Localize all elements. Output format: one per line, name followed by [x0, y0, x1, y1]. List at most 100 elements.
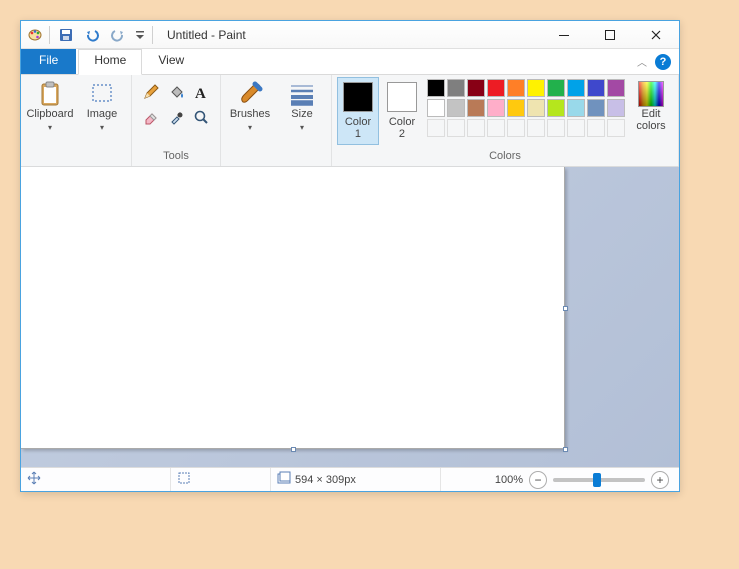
status-bar: 594 × 309px 100% − + — [21, 467, 679, 491]
help-button[interactable]: ? — [655, 54, 671, 70]
paint-window: Untitled - Paint File Home View ︿ ? Clip… — [20, 20, 680, 492]
zoom-slider[interactable] — [553, 478, 645, 482]
fill-tool[interactable] — [165, 81, 187, 103]
text-tool[interactable]: A — [190, 81, 212, 103]
collapse-ribbon-button[interactable]: ︿ — [637, 54, 647, 69]
image-label: Image — [87, 108, 118, 120]
color-swatch[interactable] — [547, 99, 565, 117]
ribbon-tabs: File Home View ︿ ? — [21, 49, 679, 75]
chevron-down-icon: ▾ — [100, 123, 104, 132]
color-swatch[interactable] — [507, 99, 525, 117]
size-button[interactable]: Size ▾ — [277, 77, 327, 137]
color1-swatch — [343, 82, 373, 112]
select-icon — [91, 82, 113, 106]
color-palette — [425, 77, 627, 139]
image-dimensions: 594 × 309px — [295, 474, 356, 486]
paint-app-icon — [27, 27, 43, 43]
tools-group-label: Tools — [163, 148, 189, 166]
color-swatch[interactable] — [487, 79, 505, 97]
tab-home[interactable]: Home — [78, 49, 142, 75]
custom-color-slot[interactable] — [567, 119, 585, 137]
custom-color-slot[interactable] — [487, 119, 505, 137]
custom-color-slot[interactable] — [527, 119, 545, 137]
color-swatch[interactable] — [447, 99, 465, 117]
magnifier-tool[interactable] — [190, 106, 212, 128]
maximize-button[interactable] — [587, 21, 633, 49]
pencil-tool[interactable] — [140, 81, 162, 103]
brush-icon — [237, 82, 263, 106]
brushes-label: Brushes — [230, 108, 270, 120]
quick-access-toolbar — [21, 25, 159, 45]
selection-size-icon — [177, 471, 191, 488]
color1-button[interactable]: Color 1 — [337, 77, 379, 145]
brushes-button[interactable]: Brushes ▾ — [225, 77, 275, 137]
image-button[interactable]: Image ▾ — [77, 77, 127, 137]
save-button[interactable] — [56, 25, 76, 45]
picker-tool[interactable] — [165, 106, 187, 128]
zoom-out-button[interactable]: − — [529, 471, 547, 489]
tab-file[interactable]: File — [21, 49, 76, 74]
color1-label: Color 1 — [345, 116, 371, 140]
custom-color-slot[interactable] — [467, 119, 485, 137]
color2-swatch — [387, 82, 417, 112]
edit-colors-label: Edit colors — [636, 108, 665, 132]
zoom-level: 100% — [495, 474, 523, 486]
color-swatch[interactable] — [607, 99, 625, 117]
canvas-area[interactable] — [21, 167, 679, 467]
custom-color-slot[interactable] — [547, 119, 565, 137]
resize-handle-right[interactable] — [563, 306, 568, 311]
color-swatch[interactable] — [427, 99, 445, 117]
colors-group-label: Colors — [489, 148, 521, 166]
close-button[interactable] — [633, 21, 679, 49]
color-swatch[interactable] — [567, 79, 585, 97]
custom-color-slot[interactable] — [607, 119, 625, 137]
size-icon — [289, 82, 315, 106]
chevron-down-icon: ▾ — [300, 123, 304, 132]
clipboard-button[interactable]: Clipboard ▾ — [25, 77, 75, 137]
image-size-icon — [277, 471, 291, 488]
color-swatch[interactable] — [487, 99, 505, 117]
clipboard-label: Clipboard — [26, 108, 73, 120]
titlebar: Untitled - Paint — [21, 21, 679, 49]
clipboard-icon — [39, 82, 61, 106]
redo-button[interactable] — [108, 25, 128, 45]
edit-colors-button[interactable]: Edit colors — [629, 77, 673, 137]
custom-color-slot[interactable] — [427, 119, 445, 137]
cursor-position-icon — [27, 471, 41, 488]
color-swatch[interactable] — [587, 99, 605, 117]
eraser-tool[interactable] — [140, 106, 162, 128]
separator — [152, 26, 153, 44]
chevron-down-icon: ▾ — [248, 123, 252, 132]
size-label: Size — [291, 108, 312, 120]
color-swatch[interactable] — [587, 79, 605, 97]
color-swatch[interactable] — [607, 79, 625, 97]
canvas[interactable] — [21, 167, 565, 449]
ribbon: Clipboard ▾ Image ▾ A — [21, 75, 679, 167]
color-swatch[interactable] — [527, 79, 545, 97]
customize-qat-dropdown[interactable] — [134, 25, 146, 45]
custom-color-slot[interactable] — [587, 119, 605, 137]
rainbow-icon — [638, 82, 664, 106]
zoom-thumb[interactable] — [593, 473, 601, 487]
color-swatch[interactable] — [567, 99, 585, 117]
zoom-in-button[interactable]: + — [651, 471, 669, 489]
custom-color-slot[interactable] — [447, 119, 465, 137]
undo-button[interactable] — [82, 25, 102, 45]
color-swatch[interactable] — [427, 79, 445, 97]
resize-handle-corner[interactable] — [563, 447, 568, 452]
custom-color-slot[interactable] — [507, 119, 525, 137]
tab-view[interactable]: View — [142, 49, 200, 74]
color2-label: Color 2 — [389, 116, 415, 140]
color-swatch[interactable] — [467, 99, 485, 117]
color-swatch[interactable] — [447, 79, 465, 97]
window-controls — [541, 21, 679, 49]
color2-button[interactable]: Color 2 — [381, 77, 423, 145]
color-swatch[interactable] — [527, 99, 545, 117]
svg-text:A: A — [195, 86, 206, 102]
resize-handle-bottom[interactable] — [291, 447, 296, 452]
color-swatch[interactable] — [547, 79, 565, 97]
tools-grid: A — [136, 77, 216, 132]
color-swatch[interactable] — [467, 79, 485, 97]
color-swatch[interactable] — [507, 79, 525, 97]
minimize-button[interactable] — [541, 21, 587, 49]
